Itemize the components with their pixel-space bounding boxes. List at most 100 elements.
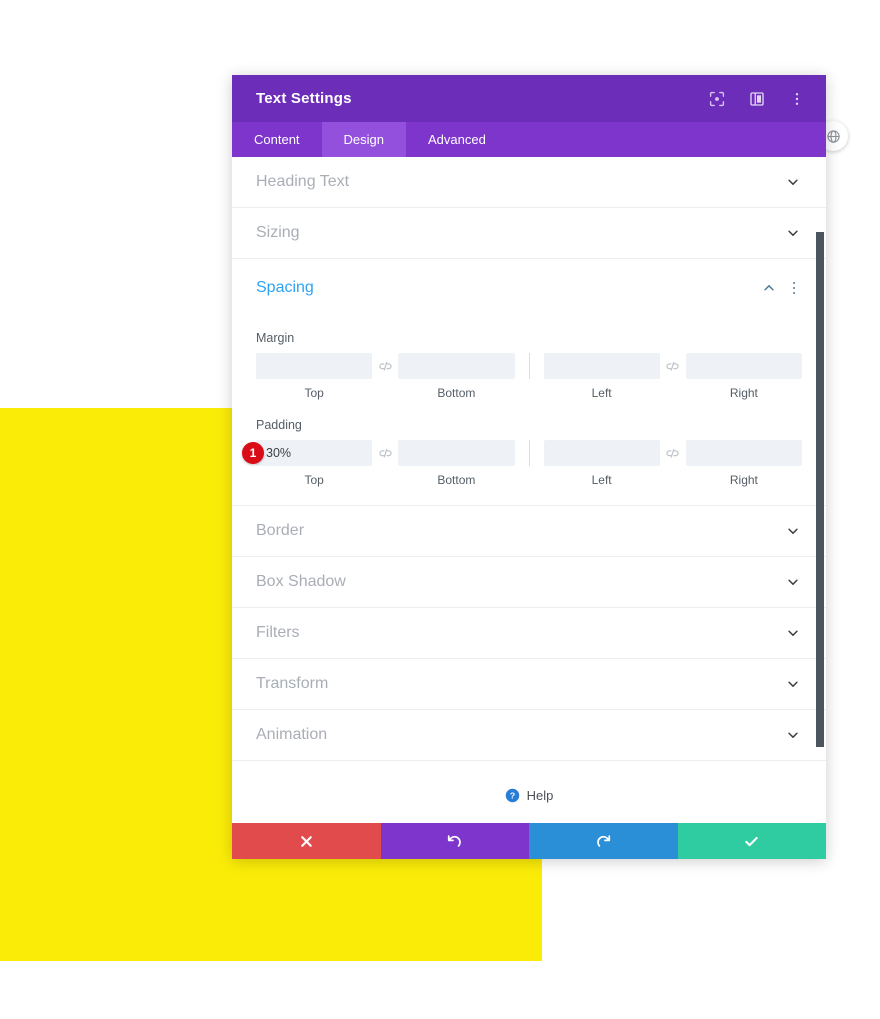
redo-button[interactable] (529, 823, 678, 859)
accordion-label: Spacing (256, 279, 314, 296)
margin-divider (528, 353, 530, 379)
padding-vertical-unlink-button[interactable] (372, 440, 398, 466)
spacing-panel: Margin Top Bottom Left Right Padding 1 3… (232, 317, 826, 506)
help-circle-icon: ? (505, 788, 519, 802)
accordion-filters[interactable]: Filters (232, 608, 826, 659)
accordion-label: Transform (256, 675, 329, 692)
text-settings-modal: Text Settings Content Design Advanced He… (232, 75, 826, 859)
more-vertical-icon (795, 92, 799, 105)
more-options-button[interactable] (784, 86, 810, 112)
accordion-label: Sizing (256, 224, 300, 241)
margin-right-label: Right (729, 386, 758, 400)
padding-divider (528, 440, 530, 466)
margin-top-cell: Top (256, 353, 373, 400)
modal-scrollbar-track[interactable] (816, 157, 824, 823)
padding-fields: 1 Top (242, 440, 802, 487)
focus-target-button[interactable] (704, 86, 730, 112)
accordion-label: Filters (256, 624, 300, 641)
save-button[interactable] (677, 823, 826, 859)
margin-bottom-input[interactable] (398, 353, 515, 379)
check-icon (745, 836, 758, 846)
tab-design[interactable]: Design (321, 122, 407, 157)
margin-left-label: Left (591, 386, 612, 400)
focus-target-icon (709, 91, 725, 106)
undo-icon (448, 834, 462, 847)
unlink-icon (379, 448, 392, 458)
modal-footer (232, 823, 826, 859)
padding-right-input[interactable] (685, 440, 802, 466)
cancel-button[interactable] (232, 823, 381, 859)
padding-vertical-pair: Top Bottom (256, 440, 515, 487)
modal-titlebar: Text Settings (232, 75, 826, 122)
chevron-down-icon (784, 726, 802, 744)
accordion-transform[interactable]: Transform (232, 659, 826, 710)
redo-icon (596, 834, 610, 847)
modal-scrollbar-thumb[interactable] (816, 232, 824, 747)
chevron-down-icon (784, 173, 802, 191)
modal-body: Heading Text Sizing Spacing Margin Top B… (232, 157, 826, 823)
padding-right-label: Right (729, 473, 758, 487)
padding-bottom-cell: Bottom (398, 440, 515, 487)
padding-horizontal-pair: Left Right (543, 440, 802, 487)
padding-right-cell: Right (685, 440, 802, 487)
margin-right-input[interactable] (685, 353, 802, 379)
unlink-icon (379, 361, 392, 371)
help-label: Help (526, 787, 554, 803)
padding-horizontal-unlink-button[interactable] (660, 440, 686, 466)
margin-fields: Top Bottom Left Right (256, 353, 802, 400)
modal-tabbar: Content Design Advanced (232, 122, 826, 157)
tab-advanced[interactable]: Advanced (406, 122, 508, 157)
accordion-label: Animation (256, 726, 328, 743)
svg-text:?: ? (509, 790, 514, 800)
layout-panel-icon (750, 91, 764, 106)
titlebar-actions (704, 86, 810, 112)
padding-bottom-label: Bottom (437, 473, 476, 487)
margin-bottom-cell: Bottom (398, 353, 515, 400)
padding-top-label: Top (304, 473, 324, 487)
undo-button[interactable] (380, 823, 529, 859)
chevron-down-icon (784, 675, 802, 693)
margin-label: Margin (256, 331, 295, 345)
padding-left-cell: Left (543, 440, 660, 487)
accordion-animation[interactable]: Animation (232, 710, 826, 761)
margin-top-label: Top (304, 386, 324, 400)
padding-left-input[interactable] (543, 440, 660, 466)
margin-left-input[interactable] (543, 353, 660, 379)
padding-top-cell: Top (256, 440, 373, 487)
margin-horizontal-pair: Left Right (543, 353, 802, 400)
tab-content[interactable]: Content (232, 122, 322, 157)
padding-bottom-input[interactable] (398, 440, 515, 466)
accordion-label: Box Shadow (256, 573, 346, 590)
padding-left-label: Left (591, 473, 612, 487)
step-marker-1: 1 (242, 442, 264, 464)
margin-bottom-label: Bottom (437, 386, 476, 400)
margin-vertical-unlink-button[interactable] (372, 353, 398, 379)
padding-label: Padding (256, 418, 302, 432)
accordion-spacing[interactable]: Spacing (232, 259, 826, 317)
layout-panel-button[interactable] (744, 86, 770, 112)
chevron-down-icon (784, 224, 802, 242)
chevron-up-icon (760, 279, 778, 297)
modal-title: Text Settings (256, 90, 352, 107)
accordion-heading-text[interactable]: Heading Text (232, 157, 826, 208)
accordion-sizing[interactable]: Sizing (232, 208, 826, 259)
accordion-label: Heading Text (256, 173, 350, 190)
close-icon (300, 835, 312, 847)
accordion-box-shadow[interactable]: Box Shadow (232, 557, 826, 608)
accordion-border[interactable]: Border (232, 506, 826, 557)
margin-right-cell: Right (685, 353, 802, 400)
padding-group: Padding 1 Top (242, 418, 802, 487)
accordion-label: Border (256, 522, 305, 539)
chevron-down-icon (784, 573, 802, 591)
padding-top-input[interactable] (256, 440, 373, 466)
spacing-more-options-button[interactable] (786, 279, 802, 297)
globe-icon (826, 129, 840, 143)
unlink-icon (666, 448, 679, 458)
margin-top-input[interactable] (256, 353, 373, 379)
help-button[interactable]: ? Help (232, 761, 826, 823)
unlink-icon (666, 361, 679, 371)
margin-vertical-pair: Top Bottom (256, 353, 515, 400)
margin-horizontal-unlink-button[interactable] (660, 353, 686, 379)
margin-left-cell: Left (543, 353, 660, 400)
chevron-down-icon (784, 522, 802, 540)
